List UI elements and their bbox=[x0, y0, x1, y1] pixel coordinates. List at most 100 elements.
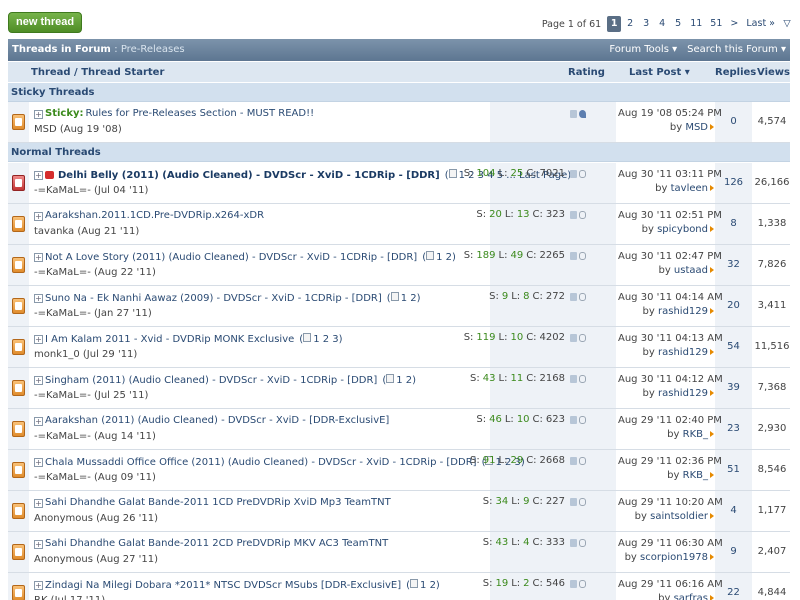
last-post-user[interactable]: rashid129 bbox=[658, 347, 708, 358]
thread-title[interactable]: Aarakshan (2011) (Audio Cleaned) - DVDSc… bbox=[45, 415, 389, 426]
thread-title-line[interactable]: Sticky: Rules for Pre-Releases Section -… bbox=[45, 108, 314, 119]
thread-title[interactable]: I Am Kalam 2011 - Xvid - DVDRip MONK Exc… bbox=[45, 334, 294, 345]
thread-row[interactable]: + Singham (2011) (Audio Cleaned) - DVDScr… bbox=[8, 368, 790, 409]
last-post-user[interactable]: ustaad bbox=[674, 265, 708, 276]
page-link[interactable]: 51 bbox=[707, 16, 725, 32]
goto-last-post-icon[interactable] bbox=[710, 431, 714, 437]
last-post-user[interactable]: tavleen bbox=[671, 183, 708, 194]
thread-row[interactable]: + I Am Kalam 2011 - Xvid - DVDRip MONK Ex… bbox=[8, 327, 790, 368]
last-post-user[interactable]: saintsoldier bbox=[650, 511, 708, 522]
thread-title-line[interactable]: Zindagi Na Milegi Dobara *2011* NTSC DVD… bbox=[45, 579, 440, 591]
col-replies-header[interactable]: Replies bbox=[715, 67, 756, 78]
thread-title[interactable]: Suno Na - Ek Nanhi Aawaz (2009) - DVDScr… bbox=[45, 293, 382, 304]
thread-page-links[interactable]: (1 2) bbox=[387, 292, 421, 304]
thread-title-line[interactable]: Sahi Dhandhe Galat Bande-2011 1CD PreDVD… bbox=[45, 497, 391, 508]
last-post-user[interactable]: scorpion1978 bbox=[640, 552, 708, 563]
reply-count[interactable]: 54 bbox=[715, 341, 752, 352]
reply-count[interactable]: 8 bbox=[715, 218, 752, 229]
thread-page-links[interactable]: (1 2 3) bbox=[299, 333, 343, 345]
page-link[interactable]: 4 bbox=[655, 16, 669, 32]
thread-row[interactable]: + Suno Na - Ek Nanhi Aawaz (2009) - DVDSc… bbox=[8, 286, 790, 327]
thread-row[interactable]: + Zindagi Na Milegi Dobara *2011* NTSC DV… bbox=[8, 573, 790, 600]
thread-page-links[interactable]: (1 2) bbox=[422, 251, 456, 263]
last-post-user[interactable]: sarfras bbox=[674, 593, 708, 600]
page-numbers[interactable]: 1 2) bbox=[396, 375, 416, 386]
thread-title[interactable]: Not A Love Story (2011) (Audio Cleaned) … bbox=[45, 252, 417, 263]
thread-starter[interactable]: -=KaMaL=- (Aug 22 '11) bbox=[34, 267, 156, 278]
new-thread-button[interactable]: new thread bbox=[8, 12, 83, 33]
reply-count[interactable]: 20 bbox=[715, 300, 752, 311]
page-link[interactable]: 5 bbox=[671, 16, 685, 32]
thread-title-line[interactable]: Suno Na - Ek Nanhi Aawaz (2009) - DVDScr… bbox=[45, 292, 421, 304]
expand-icon[interactable]: + bbox=[34, 458, 43, 467]
reply-count[interactable]: 4 bbox=[715, 505, 752, 516]
goto-last-post-icon[interactable] bbox=[710, 124, 714, 130]
thread-title-line[interactable]: Sahi Dhandhe Galat Bande-2011 2CD PreDVD… bbox=[45, 538, 388, 549]
goto-last-post-icon[interactable] bbox=[710, 595, 714, 600]
last-post-user[interactable]: spicybond bbox=[657, 224, 708, 235]
thread-title[interactable]: Chala Mussaddi Office Office (2011) (Aud… bbox=[45, 457, 477, 468]
thread-row[interactable]: + Not A Love Story (2011) (Audio Cleaned)… bbox=[8, 245, 790, 286]
expand-icon[interactable]: + bbox=[34, 581, 43, 590]
thread-row[interactable]: + Sahi Dhandhe Galat Bande-2011 1CD PreDV… bbox=[8, 491, 790, 532]
thread-title-line[interactable]: Singham (2011) (Audio Cleaned) - DVDScr … bbox=[45, 374, 416, 386]
col-views-header[interactable]: Views bbox=[757, 67, 790, 78]
expand-icon[interactable]: + bbox=[34, 294, 43, 303]
thread-starter[interactable]: -=KaMaL=- (Aug 09 '11) bbox=[34, 472, 156, 483]
thread-title-line[interactable]: Not A Love Story (2011) (Audio Cleaned) … bbox=[45, 251, 456, 263]
forum-tools-menu[interactable]: Forum Tools ▾ bbox=[609, 39, 677, 61]
last-post-user[interactable]: rashid129 bbox=[658, 306, 708, 317]
last-post-user[interactable]: RKB_ bbox=[683, 429, 708, 440]
last-post-user[interactable]: RKB_ bbox=[683, 470, 708, 481]
page-numbers[interactable]: 1 2) bbox=[401, 293, 421, 304]
expand-icon[interactable]: + bbox=[34, 335, 43, 344]
expand-icon[interactable]: + bbox=[34, 417, 43, 426]
thread-starter[interactable]: -=KaMaL=- (Jan 27 '11) bbox=[34, 308, 152, 319]
page-numbers[interactable]: 1 2 3) bbox=[313, 334, 342, 345]
thread-title-line[interactable]: Aarakshan.2011.1CD.Pre-DVDRip.x264-xDR bbox=[45, 210, 264, 221]
expand-icon[interactable]: + bbox=[34, 110, 43, 119]
thread-row[interactable]: + Aarakshan (2011) (Audio Cleaned) - DVDS… bbox=[8, 409, 790, 450]
thread-starter[interactable]: monk1_0 (Jul 29 '11) bbox=[34, 349, 137, 360]
thread-title[interactable]: Sahi Dhandhe Galat Bande-2011 2CD PreDVD… bbox=[45, 538, 388, 549]
thread-starter[interactable]: -=KaMaL=- (Aug 14 '11) bbox=[34, 431, 156, 442]
reply-count[interactable]: 0 bbox=[715, 116, 752, 127]
reply-count[interactable]: 126 bbox=[715, 177, 752, 188]
thread-title[interactable]: Sahi Dhandhe Galat Bande-2011 1CD PreDVD… bbox=[45, 497, 391, 508]
thread-starter[interactable]: Anonymous (Aug 26 '11) bbox=[34, 513, 158, 524]
reply-count[interactable]: 32 bbox=[715, 259, 752, 270]
expand-icon[interactable]: + bbox=[34, 499, 43, 508]
reply-count[interactable]: 51 bbox=[715, 464, 752, 475]
reply-count[interactable]: 23 bbox=[715, 423, 752, 434]
page-numbers[interactable]: 1 2) bbox=[436, 252, 456, 263]
thread-starter[interactable]: -=KaMaL=- (Jul 04 '11) bbox=[34, 185, 148, 196]
goto-last-post-icon[interactable] bbox=[710, 308, 714, 314]
thread-title[interactable]: Singham (2011) (Audio Cleaned) - DVDScr … bbox=[45, 375, 377, 386]
thread-title-line[interactable]: Aarakshan (2011) (Audio Cleaned) - DVDSc… bbox=[45, 415, 389, 426]
expand-icon[interactable]: + bbox=[34, 253, 43, 262]
reply-count[interactable]: 9 bbox=[715, 546, 752, 557]
thread-starter[interactable]: Anonymous (Aug 27 '11) bbox=[34, 554, 158, 565]
thread-title[interactable]: Aarakshan.2011.1CD.Pre-DVDRip.x264-xDR bbox=[45, 210, 264, 221]
goto-last-post-icon[interactable] bbox=[710, 226, 714, 232]
reply-count[interactable]: 39 bbox=[715, 382, 752, 393]
thread-title-line[interactable]: Chala Mussaddi Office Office (2011) (Aud… bbox=[45, 456, 525, 468]
page-numbers[interactable]: 1 2) bbox=[420, 580, 440, 591]
thread-starter[interactable]: RK (Jul 17 '11) bbox=[34, 595, 105, 600]
thread-starter[interactable]: -=KaMaL=- (Jul 25 '11) bbox=[34, 390, 148, 401]
page-link[interactable]: 1 bbox=[607, 16, 622, 32]
dropdown-arrow-icon[interactable]: ▽ bbox=[780, 16, 794, 32]
thread-page-links[interactable]: (1 2) bbox=[406, 579, 440, 591]
thread-page-links[interactable]: (1 2) bbox=[382, 374, 416, 386]
goto-last-post-icon[interactable] bbox=[710, 513, 714, 519]
thread-row[interactable]: + Aarakshan.2011.1CD.Pre-DVDRip.x264-xDR t… bbox=[8, 204, 790, 245]
thread-title[interactable]: Delhi Belly (2011) (Audio Cleaned) - DVD… bbox=[58, 170, 440, 181]
expand-icon[interactable]: + bbox=[34, 171, 43, 180]
col-lastpost-header[interactable]: Last Post ▾ bbox=[629, 67, 690, 78]
page-link[interactable]: Last » bbox=[743, 16, 778, 32]
goto-last-post-icon[interactable] bbox=[710, 267, 714, 273]
expand-icon[interactable]: + bbox=[34, 212, 43, 221]
last-post-user[interactable]: rashid129 bbox=[658, 388, 708, 399]
page-link[interactable]: > bbox=[727, 16, 741, 32]
thread-title[interactable]: Zindagi Na Milegi Dobara *2011* NTSC DVD… bbox=[45, 580, 401, 591]
